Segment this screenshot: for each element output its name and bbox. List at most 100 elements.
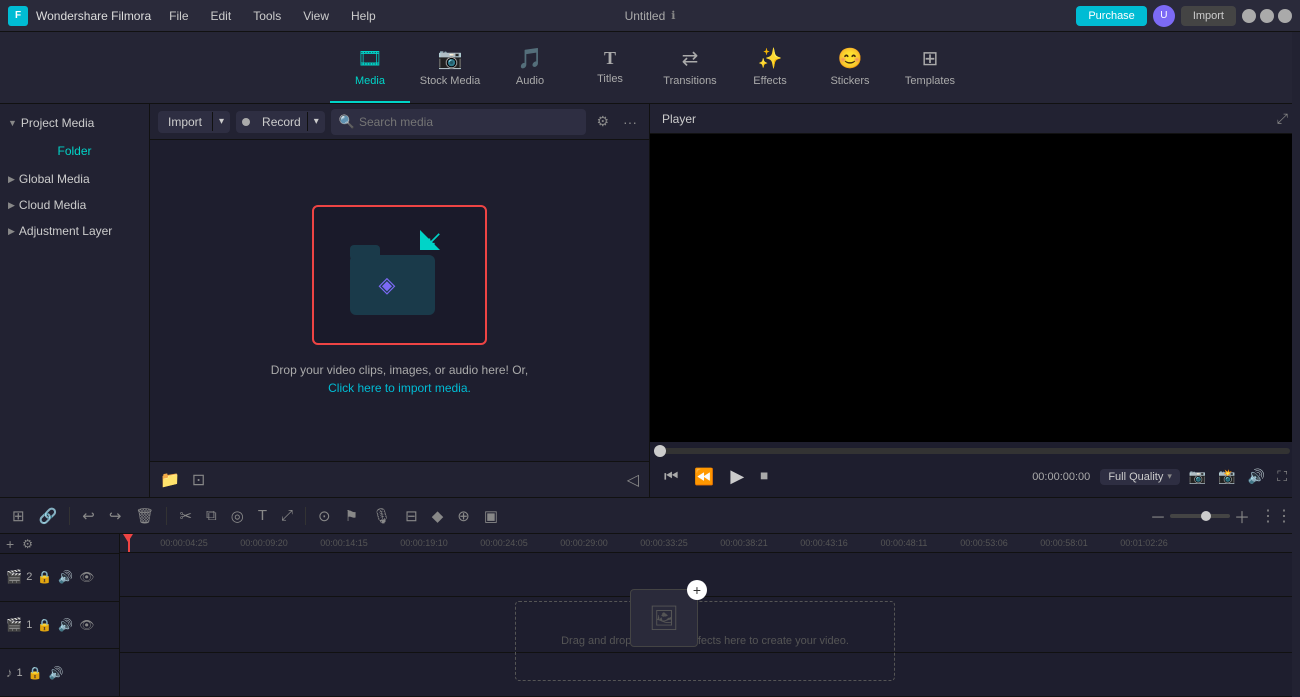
player-screen[interactable] (650, 134, 1300, 442)
menu-view[interactable]: View (293, 5, 339, 27)
tl-more-btn[interactable]: ⋮⋮ (1260, 506, 1292, 526)
timeline-scrollbar[interactable] (1292, 534, 1300, 697)
toolbar-item-templates[interactable]: ⊞ Templates (890, 33, 970, 103)
tl-link-btn[interactable]: 🔗 (35, 503, 62, 529)
global-media-header[interactable]: ▶ Global Media (0, 166, 149, 192)
timeline-media-thumbnail[interactable]: 🖼 + (630, 589, 698, 647)
tl-pip-btn[interactable]: ⊕ (453, 503, 474, 529)
toolbar-item-effects[interactable]: ✨ Effects (730, 33, 810, 103)
tl-zoom-in-btn[interactable]: ＋ (1234, 504, 1250, 528)
titlebar-right: Purchase U Import (1076, 5, 1292, 27)
fullscreen-button[interactable]: ⛶ (1274, 465, 1290, 488)
import-main-btn[interactable]: Import (158, 111, 212, 133)
step-back-button[interactable]: ⏮ (660, 464, 682, 490)
player-header: Player ⤢ (650, 104, 1300, 134)
toolbar-label-titles: Titles (597, 73, 623, 85)
record-label[interactable]: Record (256, 111, 307, 133)
tl-zoom-out-btn[interactable]: － (1150, 504, 1166, 528)
menu-tools[interactable]: Tools (243, 5, 291, 27)
toolbar-label-templates: Templates (905, 75, 955, 87)
track-2-lock-btn[interactable]: 🔒 (36, 569, 53, 585)
toolbar-item-titles[interactable]: T Titles (570, 33, 650, 103)
templates-icon: ⊞ (922, 46, 939, 71)
menu-file[interactable]: File (159, 5, 198, 27)
tl-snap-btn[interactable]: ⊙ (314, 503, 335, 529)
tl-panel-btn[interactable]: ⊟ (401, 503, 422, 529)
svg-text:◈: ◈ (378, 272, 395, 297)
tl-mask-btn[interactable]: ◎ (227, 503, 248, 529)
purchase-button[interactable]: Purchase (1076, 6, 1146, 26)
collapse-panel-icon[interactable]: ◁ (625, 468, 641, 492)
tl-crop-btn[interactable]: ⧉ (202, 503, 221, 528)
toolbar-item-media[interactable]: 🎞 Media (330, 33, 410, 103)
tl-voiceover-btn[interactable]: 🎙 (368, 503, 395, 529)
import-dropdown-btn[interactable]: ▾ (212, 112, 230, 131)
toolbar-separator-1 (69, 507, 70, 525)
frame-back-button[interactable]: ⏪ (690, 463, 718, 491)
menu-edit[interactable]: Edit (201, 5, 242, 27)
import-link[interactable]: Click here to import media. (328, 381, 471, 395)
add-media-button[interactable]: + (687, 580, 707, 600)
media-drop-zone[interactable]: ◈ ↙ (312, 205, 487, 345)
new-folder-icon[interactable]: 📁 (158, 468, 182, 492)
menu-help[interactable]: Help (341, 5, 386, 27)
tl-undo-btn[interactable]: ↩ (78, 503, 99, 529)
user-avatar[interactable]: U (1153, 5, 1175, 27)
record-dropdown-btn[interactable]: ▾ (307, 112, 325, 131)
snapshot-button[interactable]: 📸 (1215, 465, 1238, 488)
progress-bar[interactable] (660, 448, 1290, 454)
track-settings-btn[interactable]: ⚙ (20, 535, 35, 553)
import-button[interactable]: Import (1181, 6, 1236, 26)
adjustment-layer-header[interactable]: ▶ Adjustment Layer (0, 218, 149, 244)
stickers-icon: 😊 (838, 46, 863, 71)
progress-thumb[interactable] (654, 445, 666, 457)
ruler-mark-10: 00:00:48:11 (864, 538, 944, 548)
audio-1-vol-btn[interactable]: 🔊 (48, 665, 65, 681)
folder-item[interactable]: Folder (0, 136, 149, 166)
info-icon[interactable]: ℹ (671, 9, 675, 22)
cloud-media-header[interactable]: ▶ Cloud Media (0, 192, 149, 218)
maximize-button[interactable] (1260, 9, 1274, 23)
toolbar-item-transitions[interactable]: ⇄ Transitions (650, 33, 730, 103)
timeline-drop-zone[interactable]: Drag and drop media and effects here to … (515, 601, 895, 681)
filter-icon[interactable]: ⚙ (592, 109, 613, 134)
quality-selector[interactable]: Full Quality ▾ (1100, 469, 1180, 485)
toolbar-item-audio[interactable]: 🎵 Audio (490, 33, 570, 103)
minimize-button[interactable] (1242, 9, 1256, 23)
track-2-audio-btn[interactable]: 🔊 (57, 569, 74, 585)
audio-1-lock-btn[interactable]: 🔒 (27, 665, 44, 681)
adjustment-layer-arrow: ▶ (8, 226, 15, 237)
tl-marker-btn[interactable]: ⚑ (341, 503, 362, 529)
screenshot-button[interactable]: 📷 (1186, 465, 1209, 488)
player-expand-icon[interactable]: ⤢ (1277, 110, 1288, 127)
tl-redo-btn[interactable]: ↪ (105, 503, 126, 529)
tl-adjust-btn[interactable]: ⤢ (277, 503, 297, 528)
toolbar-item-stickers[interactable]: 😊 Stickers (810, 33, 890, 103)
window-controls (1242, 9, 1292, 23)
search-input[interactable] (359, 115, 578, 129)
stop-button[interactable]: ⏹ (756, 464, 772, 490)
project-media-header[interactable]: ▼ Project Media (0, 110, 149, 136)
play-button[interactable]: ▶ (726, 462, 748, 491)
volume-button[interactable]: 🔊 (1245, 465, 1268, 488)
track-1-audio-btn[interactable]: 🔊 (57, 617, 74, 633)
tl-delete-btn[interactable]: 🗑 (131, 503, 158, 529)
track-2-eye-btn[interactable]: 👁 (78, 569, 95, 585)
tl-screen-btn[interactable]: ▣ (480, 503, 502, 529)
transitions-icon: ⇄ (682, 46, 699, 71)
track-1-lock-btn[interactable]: 🔒 (36, 617, 53, 633)
track-1-eye-btn[interactable]: 👁 (78, 617, 95, 633)
tl-zoom-slider[interactable] (1170, 514, 1230, 518)
tl-keyframe-btn[interactable]: ◆ (428, 503, 448, 529)
more-options-icon[interactable]: ··· (619, 110, 641, 134)
grid-view-icon[interactable]: ⊡ (190, 468, 207, 492)
tl-text-btn[interactable]: T (254, 503, 271, 528)
timeline-ruler[interactable]: 00:00:04:25 00:00:09:20 00:00:14:15 00:0… (120, 534, 1300, 553)
effects-icon: ✨ (758, 46, 783, 71)
add-track-btn[interactable]: + (4, 534, 16, 554)
tl-layout-btn[interactable]: ⊞ (8, 503, 29, 529)
tl-split-btn[interactable]: ✂ (175, 503, 196, 529)
close-button[interactable] (1278, 9, 1292, 23)
ruler-mark-8: 00:00:38:21 (704, 538, 784, 548)
toolbar-item-stock[interactable]: 📷 Stock Media (410, 33, 490, 103)
